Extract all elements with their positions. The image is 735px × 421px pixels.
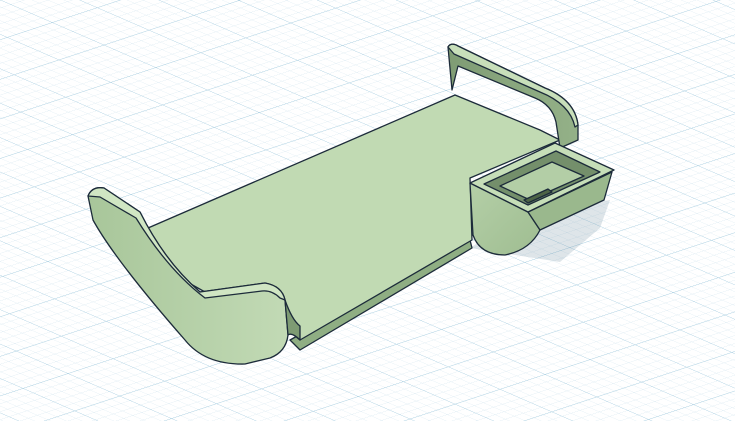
3d-viewport[interactable] [0,0,735,421]
workplane-scene[interactable] [0,0,735,421]
